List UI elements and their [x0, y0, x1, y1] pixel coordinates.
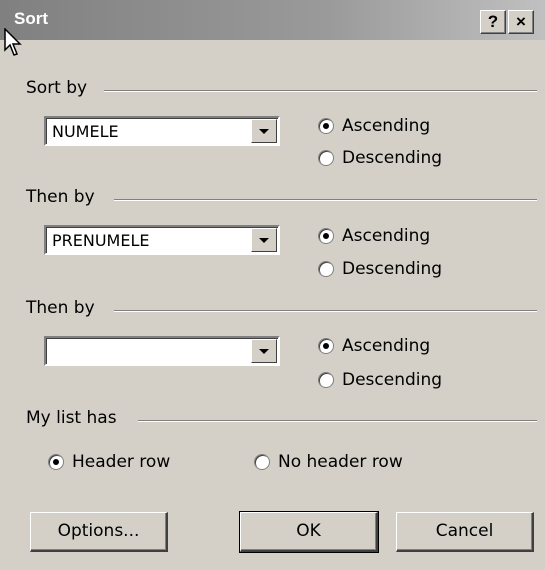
close-button[interactable]: × — [508, 10, 534, 34]
cancel-button[interactable]: Cancel — [396, 512, 534, 552]
then-by-1-label: Then by — [26, 187, 95, 207]
radio-unselected-icon — [318, 372, 334, 388]
sort-by-ascending-label: Ascending — [342, 116, 431, 136]
no-header-row-label: No header row — [278, 452, 403, 472]
header-row-label: Header row — [72, 452, 171, 472]
mouse-cursor-icon — [4, 28, 22, 56]
then-by-1-descending-label: Descending — [342, 259, 443, 279]
radio-selected-icon — [48, 454, 64, 470]
chevron-down-icon[interactable] — [251, 228, 277, 252]
chevron-down-icon[interactable] — [251, 119, 277, 143]
options-button[interactable]: Options... — [30, 512, 168, 552]
sort-by-descending-label: Descending — [342, 148, 443, 168]
radio-selected-icon — [318, 228, 334, 244]
sort-by-field-select[interactable]: NUMELE — [44, 116, 280, 146]
radio-unselected-icon — [254, 454, 270, 470]
help-button[interactable]: ? — [480, 10, 506, 34]
then-by-2-field-select[interactable] — [44, 336, 280, 366]
then-by-2-descending-label: Descending — [342, 370, 443, 390]
radio-unselected-icon — [318, 261, 334, 277]
then-by-1-ascending-label: Ascending — [342, 226, 431, 246]
then-by-1-field-value: PRENUMELE — [52, 231, 150, 250]
my-list-has-divider — [138, 420, 537, 422]
sort-by-label: Sort by — [26, 78, 88, 98]
title-bar[interactable]: Sort ? × — [0, 0, 545, 40]
sort-by-field-value: NUMELE — [52, 122, 119, 141]
window-title: Sort — [14, 9, 48, 28]
ok-button[interactable]: OK — [239, 511, 379, 553]
then-by-2-ascending-label: Ascending — [342, 336, 431, 356]
then-by-2-label: Then by — [26, 298, 95, 318]
radio-unselected-icon — [318, 150, 334, 166]
radio-selected-icon — [318, 338, 334, 354]
then-by-1-field-select[interactable]: PRENUMELE — [44, 225, 280, 255]
then-by-2-divider — [114, 310, 537, 312]
chevron-down-icon[interactable] — [251, 339, 277, 363]
my-list-has-label: My list has — [26, 408, 117, 428]
radio-selected-icon — [318, 118, 334, 134]
sort-by-divider — [104, 90, 537, 92]
then-by-1-divider — [114, 199, 537, 201]
